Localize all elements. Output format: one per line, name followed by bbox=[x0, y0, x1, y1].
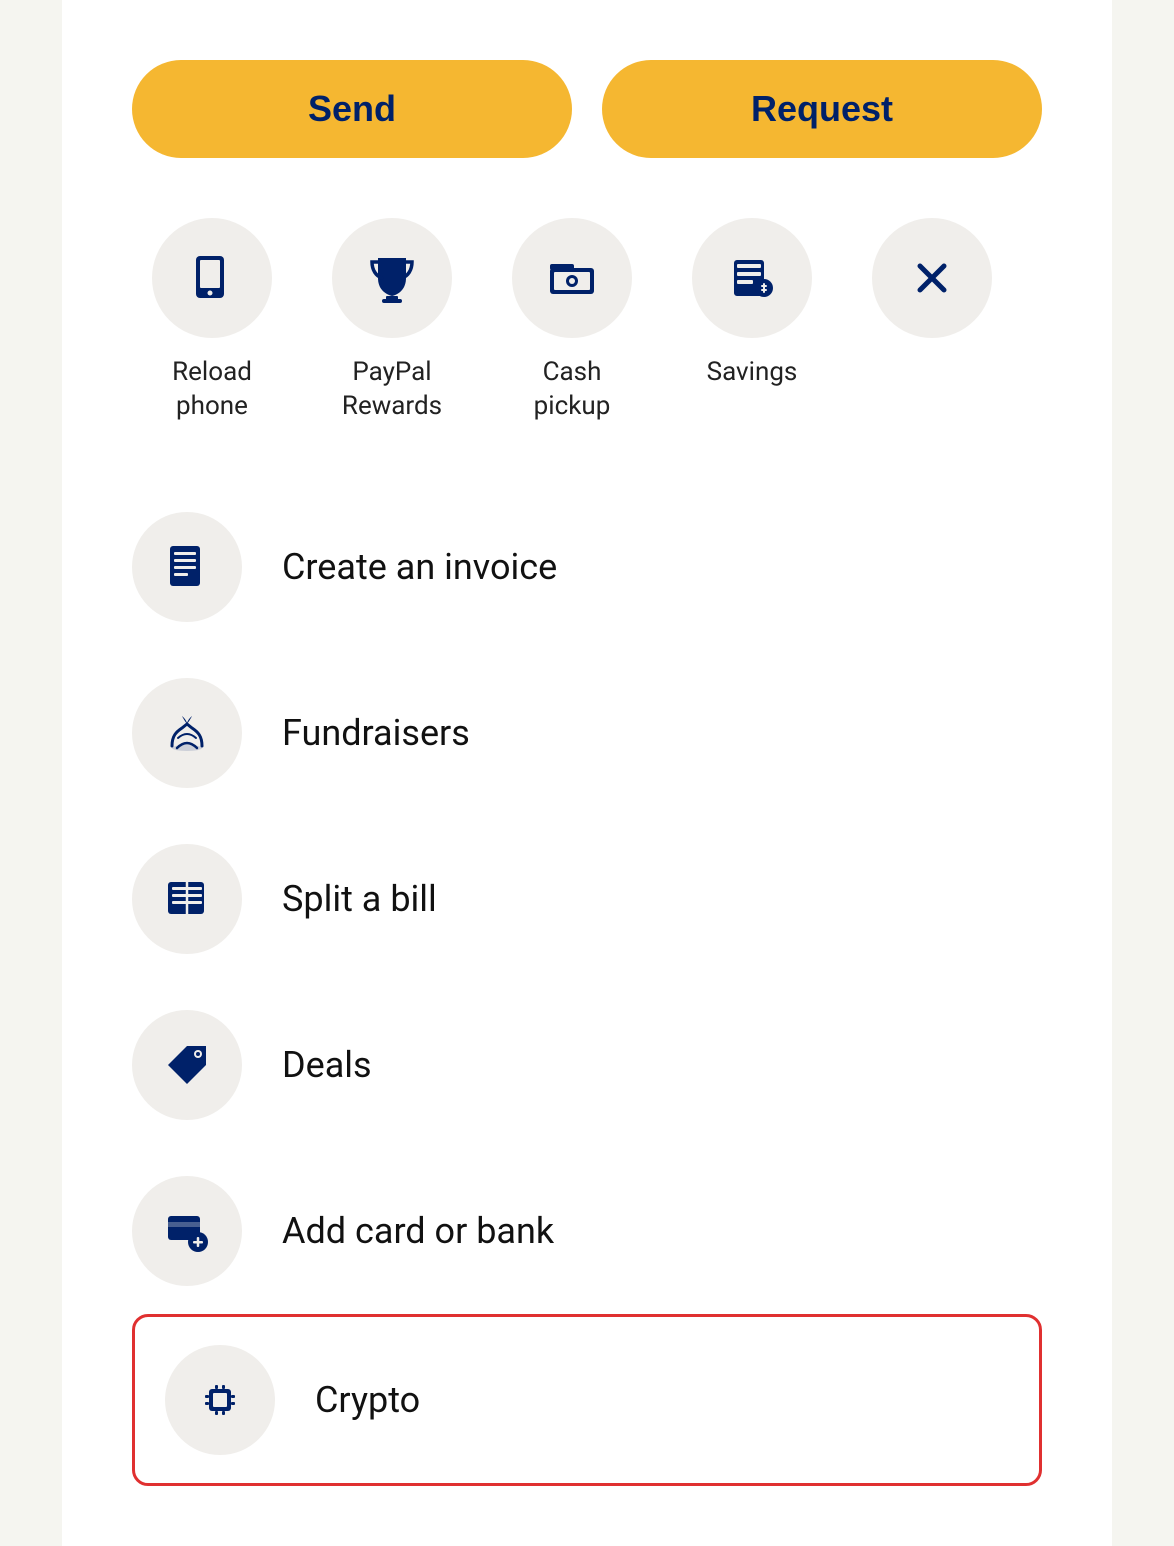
quick-action-close[interactable] bbox=[852, 218, 1012, 356]
create-invoice-label: Create an invoice bbox=[282, 546, 557, 588]
crypto-label: Crypto bbox=[315, 1379, 420, 1421]
add-card-icon bbox=[162, 1206, 212, 1256]
fundraisers-circle bbox=[132, 678, 242, 788]
list-item-crypto[interactable]: Crypto bbox=[132, 1314, 1042, 1486]
reload-phone-icon bbox=[186, 252, 238, 304]
cash-pickup-icon bbox=[546, 252, 598, 304]
top-buttons-row: Send Request bbox=[132, 60, 1042, 158]
cash-pickup-label: Cashpickup bbox=[534, 356, 611, 424]
cash-pickup-circle bbox=[512, 218, 632, 338]
fundraisers-icon bbox=[162, 708, 212, 758]
crypto-circle bbox=[165, 1345, 275, 1455]
quick-action-reload-phone[interactable]: Reloadphone bbox=[132, 218, 292, 424]
invoice-icon bbox=[162, 542, 212, 592]
reload-phone-label: Reloadphone bbox=[172, 356, 252, 424]
reload-phone-circle bbox=[152, 218, 272, 338]
paypal-rewards-circle bbox=[332, 218, 452, 338]
list-item-create-invoice[interactable]: Create an invoice bbox=[132, 484, 1042, 650]
add-card-bank-label: Add card or bank bbox=[282, 1210, 554, 1252]
list-item-deals[interactable]: Deals bbox=[132, 982, 1042, 1148]
close-circle bbox=[872, 218, 992, 338]
quick-action-cash-pickup[interactable]: Cashpickup bbox=[492, 218, 652, 424]
savings-circle bbox=[692, 218, 812, 338]
quick-actions-row: Reloadphone PayPalRewards bbox=[132, 218, 1042, 424]
split-bill-label: Split a bill bbox=[282, 878, 437, 920]
send-button[interactable]: Send bbox=[132, 60, 572, 158]
quick-action-paypal-rewards[interactable]: PayPalRewards bbox=[312, 218, 472, 424]
fundraisers-label: Fundraisers bbox=[282, 712, 470, 754]
list-items-section: Create an invoice Fundraisers bbox=[132, 484, 1042, 1486]
trophy-icon bbox=[366, 252, 418, 304]
quick-action-savings[interactable]: Savings bbox=[672, 218, 832, 390]
deals-icon bbox=[162, 1040, 212, 1090]
close-icon bbox=[906, 252, 958, 304]
add-card-circle bbox=[132, 1176, 242, 1286]
paypal-rewards-label: PayPalRewards bbox=[342, 356, 442, 424]
request-button[interactable]: Request bbox=[602, 60, 1042, 158]
list-item-split-bill[interactable]: Split a bill bbox=[132, 816, 1042, 982]
list-item-add-card-bank[interactable]: Add card or bank bbox=[132, 1148, 1042, 1314]
split-bill-circle bbox=[132, 844, 242, 954]
savings-label: Savings bbox=[707, 356, 798, 390]
split-bill-icon bbox=[162, 874, 212, 924]
deals-label: Deals bbox=[282, 1044, 372, 1086]
deals-circle bbox=[132, 1010, 242, 1120]
invoice-circle bbox=[132, 512, 242, 622]
crypto-icon bbox=[195, 1375, 245, 1425]
main-container: Send Request Reloadphone bbox=[62, 0, 1112, 1546]
list-item-fundraisers[interactable]: Fundraisers bbox=[132, 650, 1042, 816]
savings-icon bbox=[726, 252, 778, 304]
